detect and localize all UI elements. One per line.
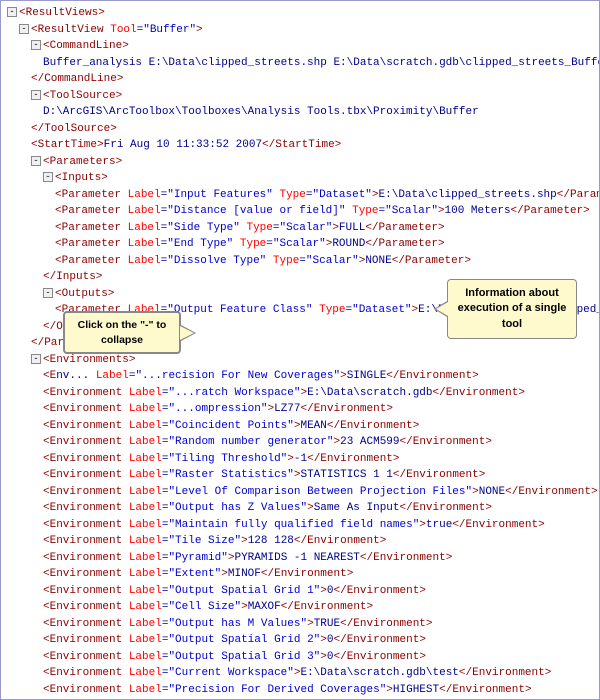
- xml-line: <Environment Label="Cell Size">MAXOF</En…: [43, 599, 593, 616]
- xml-line: <StartTime>Fri Aug 10 11:33:52 2007</Sta…: [31, 137, 593, 154]
- xml-line: <Environment Label="Pyramid">PYRAMIDS -1…: [43, 550, 593, 567]
- xml-line: <Environment Label="Maintain fully quali…: [43, 517, 593, 534]
- xml-line: <Environment Label="Output Spatial Grid …: [43, 649, 593, 666]
- collapse-callout: Click on the "-" to collapse: [63, 311, 181, 354]
- collapse-btn-resultview[interactable]: -: [19, 24, 29, 34]
- xml-line: <Environment Label="Raster Statistics">S…: [43, 467, 593, 484]
- xml-line: <Environment Label="Tiling Threshold">-1…: [43, 451, 593, 468]
- info-tooltip: Information about execution of a single …: [447, 279, 577, 339]
- xml-line: <Env... Label="...recision For New Cover…: [43, 368, 593, 385]
- xml-line: <Environment Label="Output has Z Values"…: [43, 500, 593, 517]
- xml-line: D:\ArcGIS\ArcToolbox\Toolboxes\Analysis …: [43, 104, 593, 121]
- xml-viewer[interactable]: Information about execution of a single …: [0, 0, 600, 700]
- collapse-btn-outputs[interactable]: -: [43, 288, 53, 298]
- xml-line: -<ResultView Tool="Buffer">: [19, 22, 593, 39]
- collapse-btn-inputs[interactable]: -: [43, 172, 53, 182]
- xml-line: <Environment Label="Extent">MINOF</Envir…: [43, 566, 593, 583]
- xml-line: -<ResultViews>: [7, 5, 593, 22]
- xml-line: <Parameter Label="End Type" Type="Scalar…: [55, 236, 593, 253]
- xml-line: -<CommandLine>: [31, 38, 593, 55]
- xml-line: </ToolSource>: [31, 121, 593, 138]
- xml-line: <Parameter Label="Dissolve Type" Type="S…: [55, 253, 593, 270]
- xml-line: <Environment Label="Random number genera…: [43, 434, 593, 451]
- collapse-btn-cmdline[interactable]: -: [31, 40, 41, 50]
- xml-line: <Parameter Label="Input Features" Type="…: [55, 187, 593, 204]
- collapse-btn-resultviews[interactable]: -: [7, 7, 17, 17]
- collapse-btn-environments[interactable]: -: [31, 354, 41, 364]
- xml-line: -<ToolSource>: [31, 88, 593, 105]
- xml-line: Buffer_analysis E:\Data\clipped_streets.…: [43, 55, 593, 72]
- xml-line: <Environment Label="...ompression">LZ77<…: [43, 401, 593, 418]
- xml-line: <Parameter Label="Side Type" Type="Scala…: [55, 220, 593, 237]
- xml-line: <Parameter Label="Distance [value or fie…: [55, 203, 593, 220]
- xml-line: <Environment Label="Level Of Comparison …: [43, 484, 593, 501]
- xml-line: <Environment Label="Output Spatial Grid …: [43, 583, 593, 600]
- collapse-btn-toolsource[interactable]: -: [31, 90, 41, 100]
- xml-line: <Environment Label="Tile Size">128 128</…: [43, 533, 593, 550]
- xml-line: -<Parameters>: [31, 154, 593, 171]
- xml-line: </CommandLine>: [31, 71, 593, 88]
- xml-line: <Environment Label="Output Spatial Grid …: [43, 632, 593, 649]
- xml-line: <Environment Label="Coincident Points">M…: [43, 418, 593, 435]
- xml-line: <Environment Label="Current Workspace">E…: [43, 665, 593, 682]
- xml-line: <Environment Label="Precision For Derive…: [43, 682, 593, 699]
- xml-line: <Environment Label="Output has M Values"…: [43, 616, 593, 633]
- xml-line: <Environment Label="...ratch Workspace">…: [43, 385, 593, 402]
- collapse-btn-params[interactable]: -: [31, 156, 41, 166]
- xml-line: -<Inputs>: [43, 170, 593, 187]
